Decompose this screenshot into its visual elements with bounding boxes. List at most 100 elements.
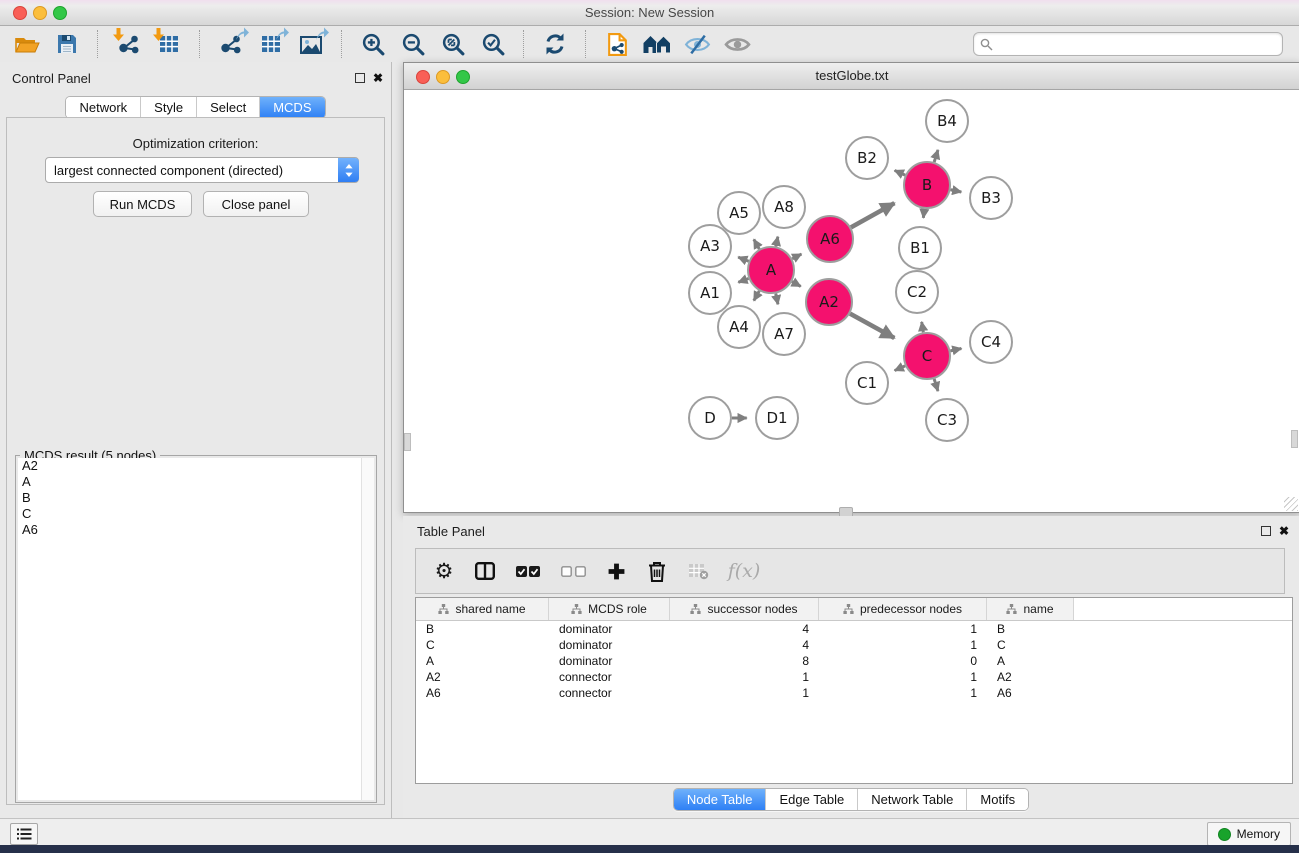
- table-cell[interactable]: 0: [819, 654, 987, 668]
- close-table-panel-icon[interactable]: ✖: [1279, 525, 1289, 537]
- table-cell[interactable]: B: [416, 622, 549, 636]
- table-cell[interactable]: A6: [987, 686, 1074, 700]
- table-cell[interactable]: A2: [987, 670, 1074, 684]
- zoom-selected-icon[interactable]: [476, 29, 510, 59]
- table-tab-motifs[interactable]: Motifs: [966, 789, 1028, 810]
- graph-edge-B-B4[interactable]: [934, 150, 938, 162]
- hide-selected-icon[interactable]: [680, 29, 714, 59]
- graph-edge-C-C1[interactable]: [895, 366, 905, 371]
- export-image-icon[interactable]: [294, 29, 328, 59]
- graph-node-A3[interactable]: A3: [689, 225, 731, 267]
- graph-node-B1[interactable]: B1: [899, 227, 941, 269]
- table-cell[interactable]: 1: [670, 670, 819, 684]
- graph-node-C1[interactable]: C1: [846, 362, 888, 404]
- table-cell[interactable]: A: [416, 654, 549, 668]
- graph-edge-A-A1[interactable]: [738, 278, 748, 282]
- graph-edge-C-C4[interactable]: [950, 348, 961, 350]
- network-canvas[interactable]: B4B2BB3A5A8A6A3B1AA1A2C2A4A7C4CC1C3DD1: [404, 90, 1298, 511]
- graph-node-C4[interactable]: C4: [970, 321, 1012, 363]
- table-cell[interactable]: C: [987, 638, 1074, 652]
- graph-node-A2[interactable]: A2: [806, 279, 852, 325]
- table-cell[interactable]: 1: [819, 670, 987, 684]
- table-cell[interactable]: A2: [416, 670, 549, 684]
- table-cell[interactable]: A: [987, 654, 1074, 668]
- graph-edge-A-A3[interactable]: [738, 257, 748, 261]
- graph-node-D[interactable]: D: [689, 397, 731, 439]
- column-header-successor-nodes[interactable]: successor nodes: [670, 598, 819, 620]
- graph-edge-A-A6[interactable]: [792, 254, 801, 259]
- graph-node-D1[interactable]: D1: [756, 397, 798, 439]
- import-network-icon[interactable]: [112, 29, 146, 59]
- graph-edge-B-B1[interactable]: [923, 209, 924, 218]
- table-cell[interactable]: dominator: [549, 622, 670, 636]
- column-header-shared-name[interactable]: shared name: [416, 598, 549, 620]
- table-row[interactable]: A6connector11A6: [416, 685, 1292, 701]
- table-cell[interactable]: C: [416, 638, 549, 652]
- graph-node-B[interactable]: B: [904, 162, 950, 208]
- table-cell[interactable]: dominator: [549, 638, 670, 652]
- open-session-icon[interactable]: [10, 29, 44, 59]
- mcds-result-item[interactable]: C: [18, 506, 374, 522]
- float-table-panel-icon[interactable]: [1261, 526, 1271, 536]
- close-panel-button[interactable]: Close panel: [203, 191, 309, 217]
- export-network-icon[interactable]: [214, 29, 248, 59]
- graph-edge-A6-B[interactable]: [851, 203, 894, 227]
- graph-edge-A-A8[interactable]: [776, 237, 778, 247]
- close-panel-icon[interactable]: ✖: [373, 72, 383, 84]
- table-cell[interactable]: A6: [416, 686, 549, 700]
- table-row[interactable]: Adominator80A: [416, 653, 1292, 669]
- graph-edge-B-B2[interactable]: [895, 170, 905, 175]
- table-tab-edge-table[interactable]: Edge Table: [765, 789, 857, 810]
- deselect-all-icon[interactable]: [559, 559, 587, 583]
- table-cell[interactable]: connector: [549, 670, 670, 684]
- table-cell[interactable]: connector: [549, 686, 670, 700]
- graph-node-C[interactable]: C: [904, 333, 950, 379]
- graph-edge-C-C2[interactable]: [922, 322, 924, 332]
- search-field[interactable]: [973, 32, 1283, 56]
- settings-gear-icon[interactable]: ⚙: [432, 559, 456, 583]
- table-row[interactable]: A2connector11A2: [416, 669, 1292, 685]
- export-table-icon[interactable]: [254, 29, 288, 59]
- graph-node-B2[interactable]: B2: [846, 137, 888, 179]
- graph-node-A7[interactable]: A7: [763, 313, 805, 355]
- mcds-result-item[interactable]: A: [18, 474, 374, 490]
- delete-table-icon[interactable]: [686, 559, 710, 583]
- column-header-name[interactable]: name: [987, 598, 1074, 620]
- select-all-icon[interactable]: [514, 559, 542, 583]
- zoom-out-icon[interactable]: [396, 29, 430, 59]
- left-collapse-handle[interactable]: [404, 433, 411, 451]
- tab-style[interactable]: Style: [140, 97, 196, 118]
- table-cell[interactable]: 4: [670, 638, 819, 652]
- column-header-MCDS-role[interactable]: MCDS role: [549, 598, 670, 620]
- table-cell[interactable]: 1: [819, 638, 987, 652]
- graph-node-A6[interactable]: A6: [807, 216, 853, 262]
- table-cell[interactable]: 8: [670, 654, 819, 668]
- tab-mcds[interactable]: MCDS: [259, 97, 324, 118]
- window-resize-grip[interactable]: [1284, 497, 1298, 511]
- criterion-dropdown[interactable]: largest connected component (directed): [45, 157, 359, 183]
- graph-node-B3[interactable]: B3: [970, 177, 1012, 219]
- graph-node-A5[interactable]: A5: [718, 192, 760, 234]
- mcds-result-item[interactable]: B: [18, 490, 374, 506]
- table-tab-node-table[interactable]: Node Table: [674, 789, 766, 810]
- graph-edge-A2-C[interactable]: [850, 314, 894, 338]
- mcds-result-item[interactable]: A2: [18, 458, 374, 474]
- graph-edge-B-B3[interactable]: [951, 190, 962, 192]
- task-history-button[interactable]: [10, 823, 38, 845]
- graph-node-B4[interactable]: B4: [926, 100, 968, 142]
- graph-node-A1[interactable]: A1: [689, 272, 731, 314]
- table-cell[interactable]: 1: [819, 686, 987, 700]
- graph-edge-A-A4[interactable]: [754, 291, 759, 301]
- home-icon[interactable]: [640, 29, 674, 59]
- table-row[interactable]: Cdominator41C: [416, 637, 1292, 653]
- graph-node-A[interactable]: A: [748, 247, 794, 293]
- run-mcds-button[interactable]: Run MCDS: [93, 191, 192, 217]
- graph-edge-A-A5[interactable]: [754, 239, 759, 249]
- float-panel-icon[interactable]: [355, 73, 365, 83]
- result-list-scrollbar[interactable]: [361, 458, 374, 800]
- graph-edge-A-A2[interactable]: [792, 282, 801, 287]
- table-tab-network-table[interactable]: Network Table: [857, 789, 966, 810]
- graph-node-C2[interactable]: C2: [896, 271, 938, 313]
- tab-select[interactable]: Select: [196, 97, 259, 118]
- graph-node-C3[interactable]: C3: [926, 399, 968, 441]
